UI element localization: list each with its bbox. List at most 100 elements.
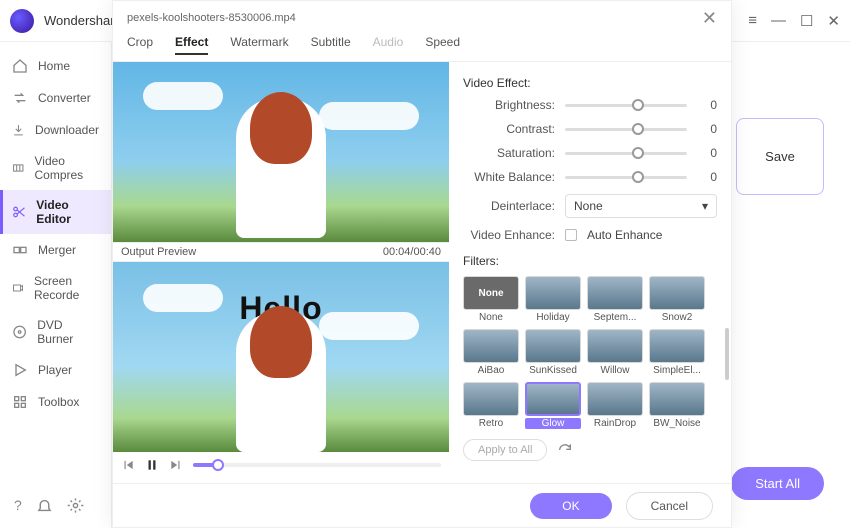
tabs: Crop Effect Watermark Subtitle Audio Spe… xyxy=(113,29,731,62)
save-button[interactable]: Save xyxy=(765,149,795,164)
brightness-value: 0 xyxy=(697,98,717,112)
filter-item[interactable]: SimpleEl... xyxy=(649,329,705,376)
deinterlace-value: None xyxy=(574,199,603,213)
time-display: 00:04/00:40 xyxy=(383,246,441,258)
filter-name: Glow xyxy=(525,418,581,429)
whitebalance-slider[interactable] xyxy=(565,176,687,179)
filter-name: RainDrop xyxy=(587,418,643,429)
filter-thumb xyxy=(587,329,643,363)
sidebar-item-label: Merger xyxy=(38,243,76,257)
editor-modal: pexels-koolshooters-8530006.mp4 ✕ Crop E… xyxy=(112,0,732,528)
filter-name: Septem... xyxy=(587,312,643,323)
sidebar: Home Converter Downloader Video Compres … xyxy=(0,42,112,528)
player-controls xyxy=(113,452,449,478)
video-enhance-label: Video Enhance: xyxy=(463,228,555,242)
filter-item[interactable]: Retro xyxy=(463,382,519,429)
effect-panel: Video Effect: Brightness:0 Contrast:0 Sa… xyxy=(449,62,731,483)
cancel-button[interactable]: Cancel xyxy=(626,492,713,520)
filter-item[interactable]: Willow xyxy=(587,329,643,376)
sidebar-item-label: Home xyxy=(38,59,70,73)
filter-item[interactable]: SunKissed xyxy=(525,329,581,376)
bell-icon[interactable] xyxy=(36,497,53,514)
sidebar-item-home[interactable]: Home xyxy=(0,50,111,82)
sidebar-item-merger[interactable]: Merger xyxy=(0,234,111,266)
tab-audio: Audio xyxy=(373,35,404,55)
save-card: Save xyxy=(736,118,824,195)
scissors-icon xyxy=(12,204,26,220)
sidebar-item-dvd[interactable]: DVD Burner xyxy=(0,310,111,354)
filter-name: Willow xyxy=(587,365,643,376)
pause-icon[interactable] xyxy=(145,458,159,472)
filter-item[interactable]: NoneNone xyxy=(463,276,519,323)
refresh-icon[interactable] xyxy=(557,442,573,458)
tab-subtitle[interactable]: Subtitle xyxy=(311,35,351,55)
sidebar-item-editor[interactable]: Video Editor xyxy=(0,190,111,234)
gear-icon[interactable] xyxy=(67,497,84,514)
filter-item[interactable]: BW_Noise xyxy=(649,382,705,429)
filter-item[interactable]: AiBao xyxy=(463,329,519,376)
filter-thumb xyxy=(525,276,581,310)
ok-button[interactable]: OK xyxy=(530,493,611,519)
filter-item[interactable]: Glow xyxy=(525,382,581,429)
sidebar-item-toolbox[interactable]: Toolbox xyxy=(0,386,111,418)
sidebar-item-label: Converter xyxy=(38,91,91,105)
tab-crop[interactable]: Crop xyxy=(127,35,153,55)
auto-enhance-checkbox[interactable] xyxy=(565,229,577,241)
converter-icon xyxy=(12,90,28,106)
chevron-down-icon: ▾ xyxy=(702,199,708,213)
filter-name: Snow2 xyxy=(649,312,705,323)
sidebar-item-label: Screen Recorde xyxy=(34,274,99,302)
sidebar-item-label: DVD Burner xyxy=(37,318,99,346)
tab-watermark[interactable]: Watermark xyxy=(230,35,288,55)
tab-effect[interactable]: Effect xyxy=(175,35,208,55)
sidebar-item-downloader[interactable]: Downloader xyxy=(0,114,111,146)
contrast-slider[interactable] xyxy=(565,128,687,131)
prev-icon[interactable] xyxy=(121,458,135,472)
compress-icon xyxy=(12,160,25,176)
filter-thumb xyxy=(649,329,705,363)
sidebar-item-converter[interactable]: Converter xyxy=(0,82,111,114)
filter-item[interactable]: Septem... xyxy=(587,276,643,323)
modal-close-icon[interactable]: ✕ xyxy=(702,8,717,29)
filter-thumb xyxy=(463,329,519,363)
filter-item[interactable]: Holiday xyxy=(525,276,581,323)
grid-icon xyxy=(12,394,28,410)
saturation-slider[interactable] xyxy=(565,152,687,155)
brightness-label: Brightness: xyxy=(463,98,555,112)
home-icon xyxy=(12,58,28,74)
contrast-label: Contrast: xyxy=(463,122,555,136)
tab-speed[interactable]: Speed xyxy=(425,35,460,55)
recorder-icon xyxy=(12,280,24,296)
filter-thumb xyxy=(587,276,643,310)
video-effect-title: Video Effect: xyxy=(463,76,717,90)
progress-bar[interactable] xyxy=(193,463,441,467)
close-icon[interactable]: ✕ xyxy=(827,12,840,30)
filter-item[interactable]: Snow2 xyxy=(649,276,705,323)
filter-item[interactable]: RainDrop xyxy=(587,382,643,429)
filter-name: None xyxy=(463,312,519,323)
sidebar-item-label: Video Editor xyxy=(36,198,99,226)
apply-to-all-button[interactable]: Apply to All xyxy=(463,439,547,461)
filters-scrollbar[interactable] xyxy=(725,328,729,380)
sidebar-item-recorder[interactable]: Screen Recorde xyxy=(0,266,111,310)
help-icon[interactable]: ? xyxy=(14,497,22,514)
sidebar-item-compressor[interactable]: Video Compres xyxy=(0,146,111,190)
filter-name: AiBao xyxy=(463,365,519,376)
filter-name: Holiday xyxy=(525,312,581,323)
deinterlace-select[interactable]: None ▾ xyxy=(565,194,717,218)
minimize-icon[interactable]: — xyxy=(771,12,786,30)
output-preview: Hello xyxy=(113,262,449,452)
next-icon[interactable] xyxy=(169,458,183,472)
brightness-slider[interactable] xyxy=(565,104,687,107)
sidebar-item-player[interactable]: Player xyxy=(0,354,111,386)
maximize-icon[interactable]: ☐ xyxy=(800,12,813,30)
filter-thumb xyxy=(649,276,705,310)
output-preview-label: Output Preview xyxy=(121,246,196,258)
start-all-button[interactable]: Start All xyxy=(731,467,824,500)
whitebalance-label: White Balance: xyxy=(463,170,555,184)
download-icon xyxy=(12,122,25,138)
filter-name: SimpleEl... xyxy=(649,365,705,376)
filter-thumb xyxy=(649,382,705,416)
auto-enhance-label: Auto Enhance xyxy=(587,228,662,242)
menu-icon[interactable]: ≡ xyxy=(748,12,757,30)
